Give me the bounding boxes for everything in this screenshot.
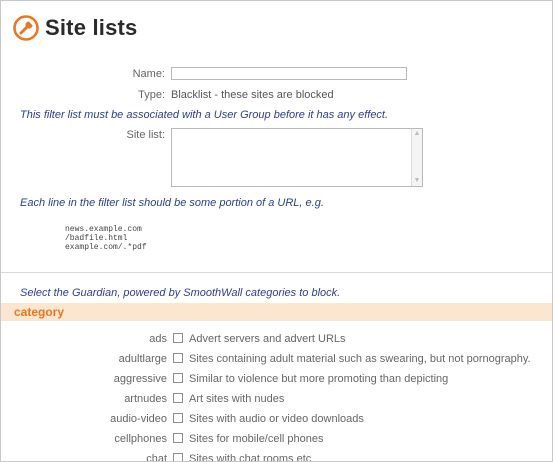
category-name: artnudes <box>124 393 167 405</box>
categories-intro: Select the Guardian, powered by SmoothWa… <box>20 287 341 299</box>
association-note: This filter list must be associated with… <box>20 109 389 121</box>
site-list-label: Site list: <box>126 129 165 141</box>
category-description: Sites for mobile/cell phones <box>189 433 324 445</box>
category-header-label: category <box>14 305 65 319</box>
category-row: ads Advert servers and advert URLs <box>1 329 552 349</box>
category-description: Similar to violence but more promoting t… <box>189 373 449 385</box>
category-description: Advert servers and advert URLs <box>189 333 346 345</box>
page-header: Site lists <box>13 15 137 41</box>
category-row: artnudes Art sites with nudes <box>1 389 552 409</box>
category-row: audio-video Sites with audio or video do… <box>1 409 552 429</box>
category-description: Sites with audio or video downloads <box>189 413 364 425</box>
category-row: cellphones Sites for mobile/cell phones <box>1 429 552 449</box>
category-name: ads <box>149 333 167 345</box>
category-checkbox[interactable] <box>173 413 183 423</box>
category-description: Sites with chat rooms etc <box>189 453 312 462</box>
page-frame: Site lists Name: Type: Blacklist - these… <box>0 0 553 462</box>
category-checkbox[interactable] <box>173 453 183 461</box>
type-value: Blacklist - these sites are blocked <box>171 89 334 101</box>
category-checkbox[interactable] <box>173 353 183 363</box>
category-description: Sites containing adult material such as … <box>189 353 531 365</box>
category-header: category <box>1 303 552 321</box>
category-row: aggressive Similar to violence but more … <box>1 369 552 389</box>
site-list-hint: Each line in the filter list should be s… <box>20 197 324 209</box>
category-name: aggressive <box>113 373 167 385</box>
category-checkbox[interactable] <box>173 373 183 383</box>
name-label: Name: <box>132 68 165 80</box>
type-label: Type: <box>138 89 165 101</box>
site-list-textarea[interactable]: ▲ ▼ <box>171 128 423 187</box>
name-input[interactable] <box>171 67 407 80</box>
example-url: news.example.com <box>65 225 142 234</box>
scroll-up-icon[interactable]: ▲ <box>412 129 422 139</box>
page-title: Site lists <box>45 15 138 40</box>
category-name: adultlarge <box>118 353 167 365</box>
category-checkbox[interactable] <box>173 333 183 343</box>
example-url: example.com/.*pdf <box>65 243 147 252</box>
category-name: chat <box>146 453 167 462</box>
category-name: cellphones <box>114 433 167 445</box>
section-divider <box>1 272 552 273</box>
example-url: /badfile.html <box>65 234 128 243</box>
wrench-icon <box>13 15 39 41</box>
category-checkbox[interactable] <box>173 433 183 443</box>
category-row: adultlarge Sites containing adult materi… <box>1 349 552 369</box>
category-row: chat Sites with chat rooms etc <box>1 449 552 462</box>
scroll-down-icon[interactable]: ▼ <box>412 176 422 186</box>
textarea-scrollbar[interactable]: ▲ ▼ <box>411 129 422 186</box>
category-name: audio-video <box>110 413 167 425</box>
category-description: Art sites with nudes <box>189 393 285 405</box>
category-checkbox[interactable] <box>173 393 183 403</box>
